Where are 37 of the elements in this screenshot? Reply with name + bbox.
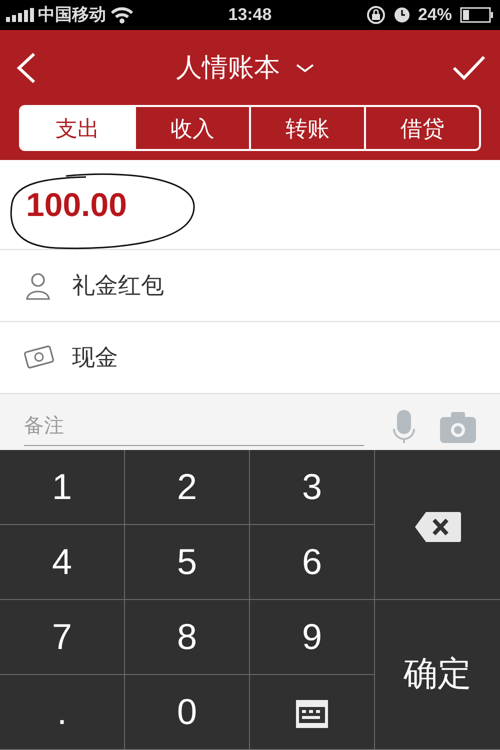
note-field[interactable]: 备注 [24, 408, 364, 446]
clock-icon [394, 7, 410, 23]
keypad-key[interactable]: 3 [250, 450, 375, 525]
rotation-lock-icon [366, 5, 386, 25]
tab[interactable]: 支出 [21, 107, 134, 149]
keypad-key[interactable]: 9 [250, 600, 375, 675]
tab[interactable]: 转账 [249, 107, 364, 149]
confirm-button[interactable] [452, 54, 486, 80]
keypad-key[interactable]: 1 [0, 450, 125, 525]
amount-value: 100.00 [26, 184, 127, 225]
book-selector[interactable]: 人情账本 [176, 48, 314, 87]
back-button[interactable] [14, 50, 38, 84]
keyboard-icon[interactable] [295, 699, 329, 730]
keypad-key[interactable]: 7 [0, 600, 125, 675]
status-time: 13:48 [228, 4, 272, 26]
form-row[interactable]: 礼金红包 [0, 250, 500, 322]
battery-percent: 24% [418, 4, 452, 26]
field-label: 现金 [72, 343, 118, 372]
keypad-key[interactable]: . [0, 675, 125, 750]
wifi-icon [110, 6, 134, 24]
signal-icon [6, 8, 34, 22]
field-label: 礼金红包 [72, 271, 164, 300]
keypad-key[interactable]: 0 [125, 675, 250, 750]
keypad-key[interactable]: 5 [125, 525, 250, 600]
tab[interactable]: 收入 [134, 107, 249, 149]
form-row[interactable]: 现金 [0, 322, 500, 394]
keypad-key[interactable]: 4 [0, 525, 125, 600]
caret-icon[interactable] [296, 62, 314, 72]
confirm-key[interactable]: 确定 [375, 600, 500, 750]
carrier-name: 中国移动 [38, 4, 106, 26]
battery-icon [460, 7, 494, 23]
hide-keyboard-button[interactable] [250, 675, 375, 750]
keypad-key[interactable]: 6 [250, 525, 375, 600]
keypad-key[interactable]: 2 [125, 450, 250, 525]
delete-icon[interactable] [414, 510, 462, 543]
keypad-key[interactable]: 8 [125, 600, 250, 675]
tab[interactable]: 借贷 [364, 107, 479, 149]
